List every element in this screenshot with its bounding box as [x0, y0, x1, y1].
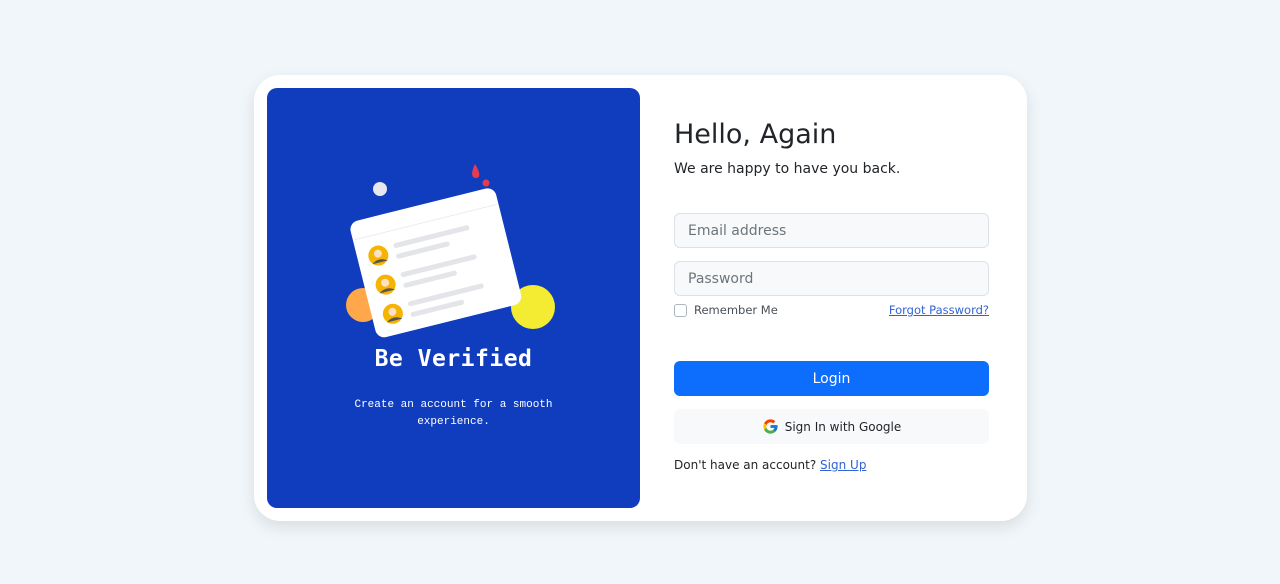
remember-me-label[interactable]: Remember Me	[694, 303, 778, 317]
email-input[interactable]	[674, 213, 989, 248]
signup-row: Don't have an account? Sign Up	[674, 458, 866, 472]
signup-link[interactable]: Sign Up	[820, 458, 866, 472]
panel-subtitle: Create an account for a smooth experienc…	[354, 399, 553, 428]
form-options: Remember Me Forgot Password?	[674, 303, 989, 319]
login-form: Hello, Again We are happy to have you ba…	[674, 75, 994, 521]
signup-prompt: Don't have an account?	[674, 458, 817, 472]
remember-me-checkbox[interactable]	[674, 304, 687, 317]
forgot-password-link[interactable]: Forgot Password?	[889, 303, 989, 317]
password-input[interactable]	[674, 261, 989, 296]
login-button[interactable]: Login	[674, 361, 989, 396]
google-signin-label: Sign In with Google	[784, 419, 902, 434]
google-signin-button[interactable]: Sign In with Google	[674, 409, 989, 444]
login-card: Be Verified Create an account for a smoo…	[254, 75, 1027, 521]
google-g-icon	[763, 419, 778, 434]
user-list-illustration	[346, 164, 555, 338]
verify-panel: Be Verified Create an account for a smoo…	[267, 88, 640, 508]
page-subtitle: We are happy to have you back.	[674, 161, 901, 177]
panel-title: Be Verified	[374, 346, 533, 372]
page-title: Hello, Again	[674, 119, 837, 150]
